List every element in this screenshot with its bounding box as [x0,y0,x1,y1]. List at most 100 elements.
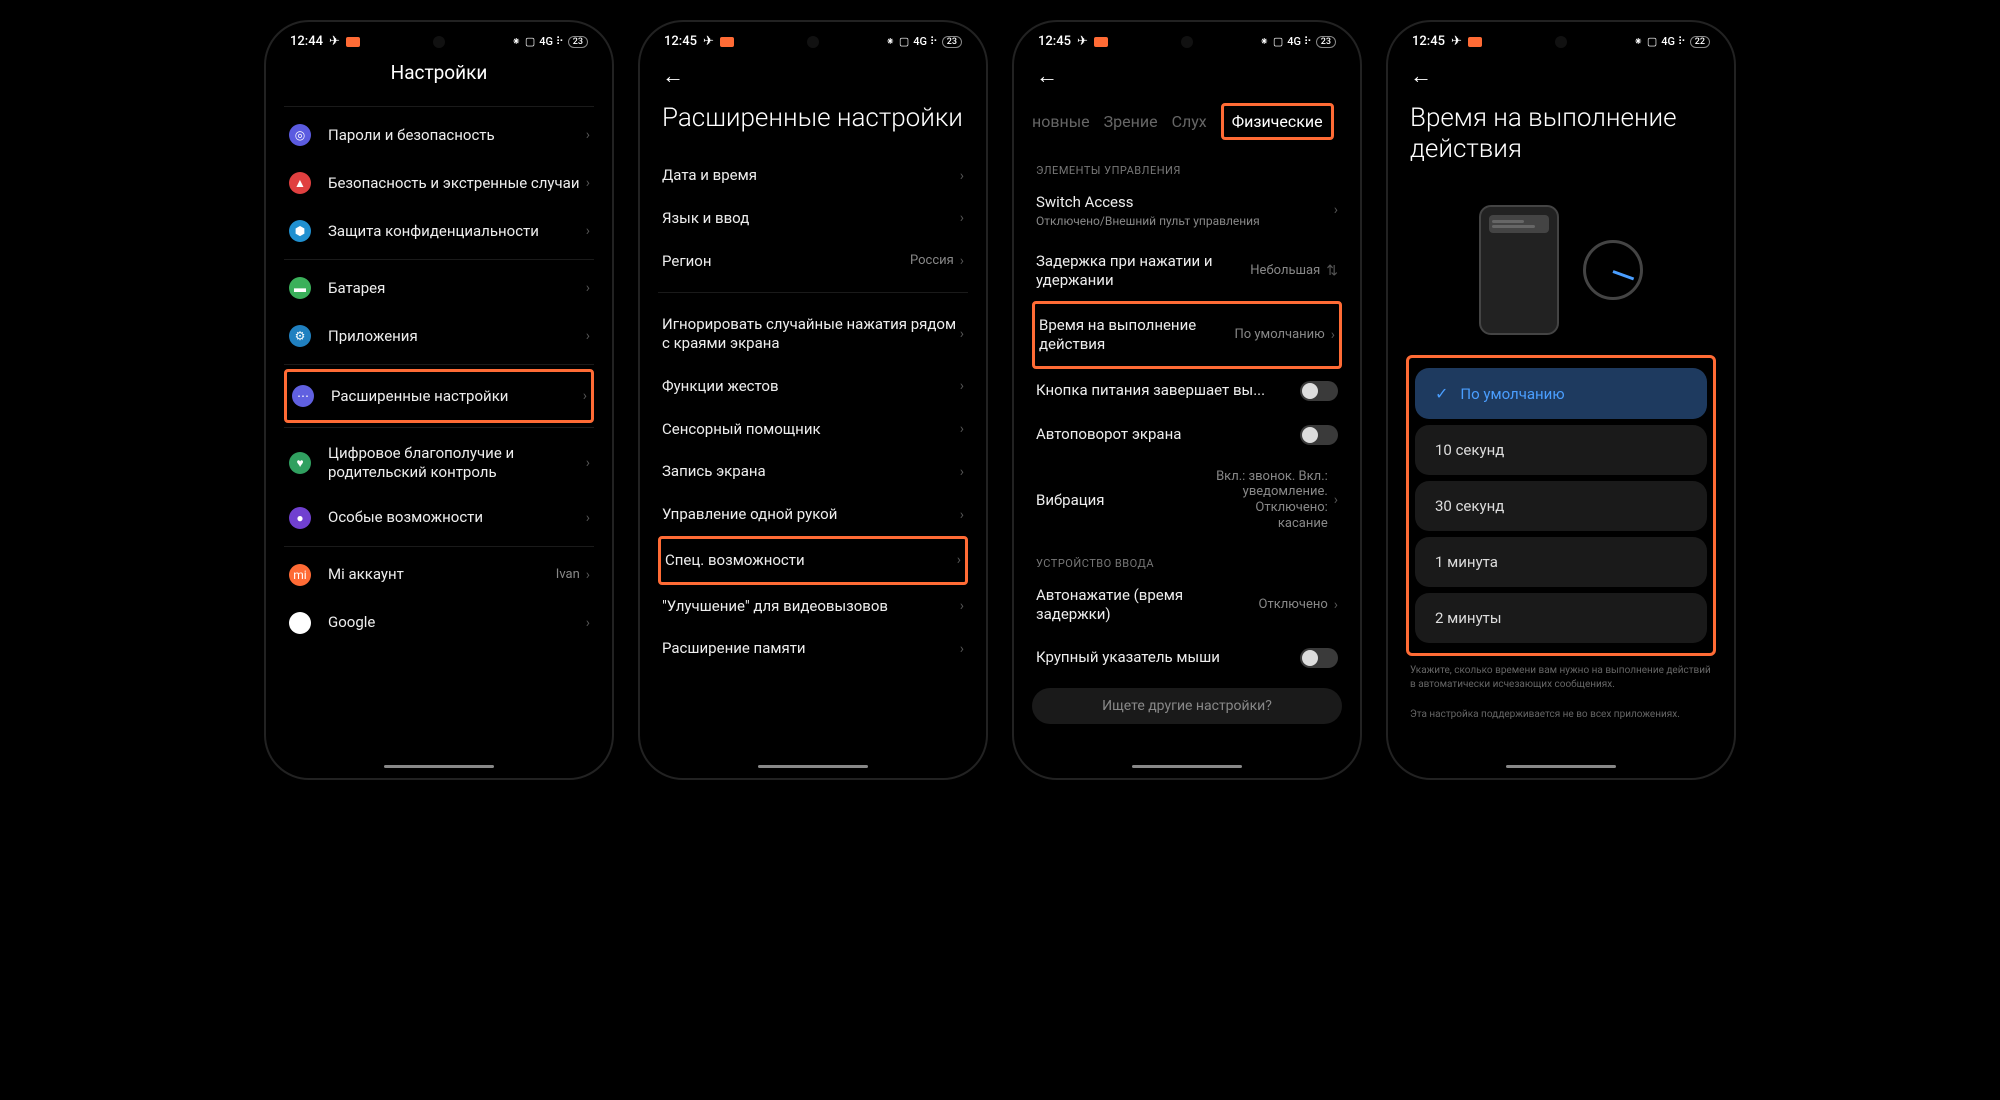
telegram-icon: ✈ [329,34,340,49]
timing-option[interactable]: 1 минута [1415,537,1707,587]
page-title: Расширенные настройки [658,97,968,154]
toggle-switch[interactable] [1300,425,1338,445]
back-button[interactable]: ← [1410,64,1432,89]
settings-row-dots[interactable]: ⋯ Расширенные настройки › [284,369,594,423]
chevron-right-icon: › [586,567,590,583]
settings-row[interactable]: Спец. возможности › [658,536,968,585]
battery-indicator: 22 [1690,36,1710,48]
chevron-right-icon: › [583,388,587,404]
row-label: Регион [662,252,910,271]
settings-row-wellbeing[interactable]: ♥ Цифровое благополучие и родительский к… [284,432,594,494]
navigation-bar[interactable] [1506,765,1616,768]
row-label: Кнопка питания завершает вы... [1036,381,1300,400]
timing-option[interactable]: 30 секунд [1415,481,1707,531]
network-icon: 4G ⠗ [913,35,938,48]
timing-option[interactable]: 10 секунд [1415,425,1707,475]
settings-row[interactable]: "Улучшение" для видеовызовов › [658,585,968,628]
timing-option[interactable]: ✓ По умолчанию [1415,368,1707,419]
settings-row-mi[interactable]: mi Mi аккаунт Ivan › [284,551,594,599]
row-value: Небольшая [1250,263,1320,279]
tab-hearing[interactable]: Слух [1172,112,1207,131]
nfc-icon: ▢ [525,35,535,48]
settings-row[interactable]: Язык и ввод › [658,197,968,240]
tab-bar: новные Зрение Слух Физические [1032,97,1342,150]
toggle-switch[interactable] [1300,648,1338,668]
bluetooth-icon: ⁕ [886,35,895,48]
settings-row-alert[interactable]: ▲ Безопасность и экстренные случаи › [284,159,594,207]
settings-row-google[interactable]: G Google › [284,599,594,647]
timing-option[interactable]: 2 минуты [1415,593,1707,643]
tab-main[interactable]: новные [1032,112,1090,131]
settings-row[interactable]: Сенсорный помощник › [658,408,968,451]
check-icon: ✓ [1435,384,1448,403]
row-label: Mi аккаунт [328,565,556,584]
chevron-right-icon: › [1331,327,1335,343]
search-more-settings[interactable]: Ищете другие настройки? [1032,688,1342,724]
mi-icon: mi [288,563,312,587]
settings-row-fingerprint[interactable]: ◎ Пароли и безопасность › [284,111,594,159]
option-label: По умолчанию [1460,385,1564,403]
telegram-icon: ✈ [703,34,714,49]
battery-icon: ▬ [288,276,312,300]
row-label: Автонажатие (время задержки) [1036,586,1259,624]
row-label: Функции жестов [662,377,960,396]
network-icon: 4G ⠗ [1287,35,1312,48]
status-time: 12:45 [664,34,697,49]
settings-row[interactable]: Расширение памяти › [658,627,968,670]
settings-row[interactable]: Switch AccessОтключено/Внешний пульт упр… [1032,181,1342,240]
row-label: Управление одной рукой [662,505,960,524]
settings-row-shield[interactable]: ⬢ Защита конфиденциальности › [284,207,594,255]
settings-row[interactable]: Запись экрана › [658,450,968,493]
row-label: Язык и ввод [662,209,960,228]
settings-row[interactable]: Кнопка питания завершает вы... [1032,369,1342,413]
chevron-right-icon: › [960,253,964,269]
chevron-right-icon: › [960,421,964,437]
camera-notch [807,36,819,48]
settings-row[interactable]: Автоповорот экрана [1032,413,1342,457]
row-label: Крупный указатель мыши [1036,648,1300,667]
page-title: Настройки [284,53,594,102]
battery-indicator: 23 [568,36,588,48]
camera-notch [433,36,445,48]
settings-row[interactable]: Дата и время › [658,154,968,197]
google-icon: G [288,611,312,635]
chevron-right-icon: › [960,641,964,657]
toggle-switch[interactable] [1300,381,1338,401]
settings-row-apps[interactable]: ⚙ Приложения › [284,312,594,360]
row-label: Дата и время [662,166,960,185]
back-button[interactable]: ← [1036,64,1058,89]
settings-row[interactable]: Время на выполнение действияПо умолчанию… [1032,301,1342,369]
settings-row[interactable]: Функции жестов › [658,365,968,408]
bluetooth-icon: ⁕ [1634,35,1643,48]
tab-vision[interactable]: Зрение [1104,112,1158,131]
settings-row[interactable]: Управление одной рукой › [658,493,968,536]
row-label: Google [328,613,586,632]
row-label: Вибрация [1036,491,1208,510]
navigation-bar[interactable] [758,765,868,768]
settings-row-battery[interactable]: ▬ Батарея › [284,264,594,312]
nfc-icon: ▢ [1647,35,1657,48]
settings-row[interactable]: Задержка при нажатии и удержанииНебольша… [1032,240,1342,302]
chevron-right-icon: › [1334,492,1338,508]
settings-row[interactable]: Крупный указатель мыши [1032,636,1342,680]
tab-physical[interactable]: Физические [1221,103,1334,140]
row-value: Ivan [556,567,580,583]
settings-row[interactable]: Регион Россия › [658,240,968,283]
settings-row[interactable]: Автонажатие (время задержки)Отключено› [1032,574,1342,636]
chevron-right-icon: › [957,552,961,568]
navigation-bar[interactable] [1132,765,1242,768]
row-value: По умолчанию [1234,327,1324,343]
chevron-right-icon: › [586,328,590,344]
row-label: Расширенные настройки [331,387,583,406]
a11y-icon: ● [288,506,312,530]
settings-row[interactable]: Игнорировать случайные нажатия рядом с к… [658,303,968,365]
settings-row[interactable]: ВибрацияВкл.: звонок. Вкл.: уведомление.… [1032,457,1342,543]
navigation-bar[interactable] [384,765,494,768]
row-label: Автоповорот экрана [1036,425,1300,444]
clock-illustration [1583,240,1643,300]
option-label: 30 секунд [1435,497,1504,515]
settings-row-a11y[interactable]: ● Особые возможности › [284,494,594,542]
section-header-input: УСТРОЙСТВО ВВОДА [1032,543,1342,574]
back-button[interactable]: ← [662,64,684,89]
chevron-right-icon: › [960,326,964,342]
